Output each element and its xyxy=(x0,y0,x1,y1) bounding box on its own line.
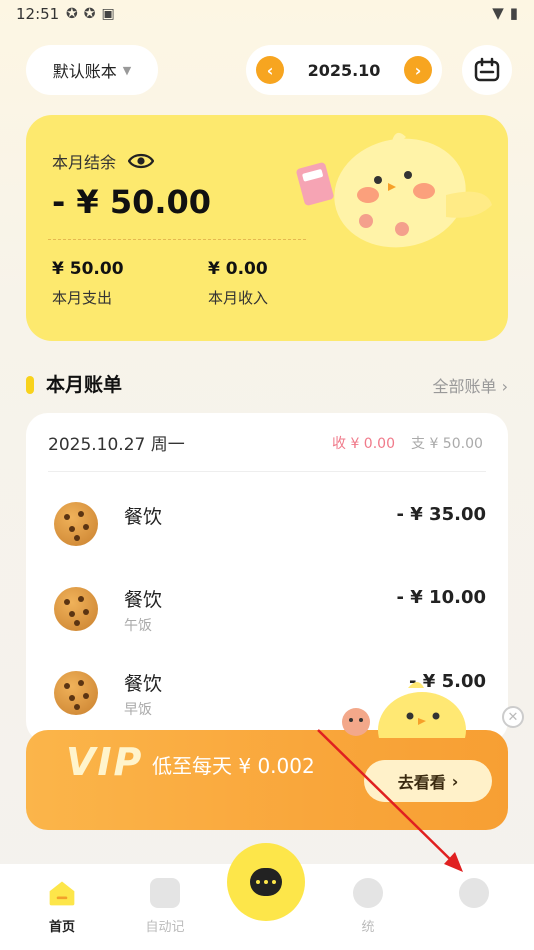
app-notification-icon: ✪ xyxy=(83,6,96,22)
vip-chick-illustration xyxy=(342,682,466,738)
bill-item[interactable]: 餐饮 午饭 - ¥ 10.00 xyxy=(26,585,508,655)
status-system-icons: ▼ ▮ xyxy=(492,4,518,22)
caret-down-icon: ▼ xyxy=(122,63,132,77)
dashed-divider xyxy=(48,239,306,240)
bill-note: 午饭 xyxy=(124,618,152,634)
section-accent-bar xyxy=(26,376,34,394)
ad-close-button[interactable]: ✕ xyxy=(502,706,524,728)
chick-mascot-illustration xyxy=(296,132,492,248)
status-bar: 12:51 ✪ ✪ ▣ ▼ ▮ xyxy=(0,0,534,28)
bill-note: 早饭 xyxy=(124,702,152,718)
bill-amount: - ¥ 35.00 xyxy=(396,504,486,525)
app-notification-icon: ▣ xyxy=(101,6,115,22)
bill-category: 餐饮 xyxy=(124,506,163,528)
tab-auto-record[interactable]: 自动记 xyxy=(125,878,205,935)
bill-item[interactable]: 餐饮 - ¥ 35.00 xyxy=(26,502,508,572)
monthly-summary-card: 本月结余 - ¥ 50.00 ¥ 50.00 本月支出 ¥ 0.00 本月收入 xyxy=(26,115,508,341)
income-label: 本月收入 xyxy=(208,289,269,307)
profile-icon xyxy=(459,878,489,908)
food-category-icon xyxy=(54,587,98,631)
bill-category: 餐饮 xyxy=(124,589,163,611)
balance-label: 本月结余 xyxy=(52,153,117,172)
tab-label: 首页 xyxy=(48,920,75,935)
tab-label: 自动记 xyxy=(145,920,185,935)
vip-slogan: 低至每天 ¥ 0.002 xyxy=(152,754,315,778)
status-notification-icons: ✪ ✪ ▣ xyxy=(66,6,115,22)
bill-category: 餐饮 xyxy=(124,673,163,695)
balance-amount: - ¥ 50.00 xyxy=(52,183,212,221)
auto-record-icon xyxy=(150,878,180,908)
calendar-button[interactable] xyxy=(462,45,512,95)
account-book-selector[interactable]: 默认账本 ▼ xyxy=(26,45,158,95)
expense-stat: ¥ 50.00 本月支出 xyxy=(52,259,124,308)
expense-label: 本月支出 xyxy=(52,289,113,307)
tab-statistics[interactable]: 统 xyxy=(328,878,408,935)
calendar-icon xyxy=(474,57,500,82)
prev-month-button[interactable]: ‹ xyxy=(256,56,284,84)
income-value: ¥ 0.00 xyxy=(208,259,268,279)
vip-promo-banner[interactable]: VIP 低至每天 ¥ 0.002 去看看 › xyxy=(26,730,508,830)
bill-date: 2025.10.27 周一 xyxy=(48,435,185,455)
tab-label: 统 xyxy=(361,920,375,935)
day-income: 收 ¥ 0.00 xyxy=(332,436,395,452)
battery-icon: ▮ xyxy=(509,4,518,22)
vip-button-label: 去看看 xyxy=(397,773,446,792)
current-month[interactable]: 2025.10 xyxy=(308,61,381,80)
tab-home[interactable]: 首页 xyxy=(22,878,102,935)
month-picker: ‹ 2025.10 › xyxy=(246,45,442,95)
tab-mine[interactable] xyxy=(434,878,514,916)
wifi-icon: ▼ xyxy=(492,4,504,22)
status-time: 12:51 xyxy=(16,5,60,23)
divider xyxy=(48,471,486,472)
day-expense: 支 ¥ 50.00 xyxy=(411,436,483,452)
app-notification-icon: ✪ xyxy=(66,6,78,22)
monthly-bills-header: 本月账单 全部账单 › xyxy=(26,368,508,400)
bill-amount: - ¥ 10.00 xyxy=(396,587,486,608)
income-stat: ¥ 0.00 本月收入 xyxy=(208,259,268,308)
food-category-icon xyxy=(54,671,98,715)
account-book-name: 默认账本 xyxy=(52,62,117,81)
expense-value: ¥ 50.00 xyxy=(52,259,124,279)
next-month-button[interactable]: › xyxy=(404,56,432,84)
chat-bubble-icon xyxy=(250,868,282,896)
home-icon xyxy=(49,881,75,906)
vip-view-button[interactable]: 去看看 › xyxy=(364,760,492,802)
vip-logo: VIP xyxy=(66,740,144,784)
eye-icon[interactable] xyxy=(128,152,155,170)
statistics-icon xyxy=(353,878,383,908)
section-title: 本月账单 xyxy=(46,374,123,396)
food-category-icon xyxy=(54,502,98,546)
balance-label-row: 本月结余 xyxy=(52,149,155,173)
add-record-button[interactable] xyxy=(227,843,305,921)
chevron-right-icon: › xyxy=(451,771,459,791)
all-bills-link[interactable]: 全部账单 › xyxy=(433,373,509,397)
